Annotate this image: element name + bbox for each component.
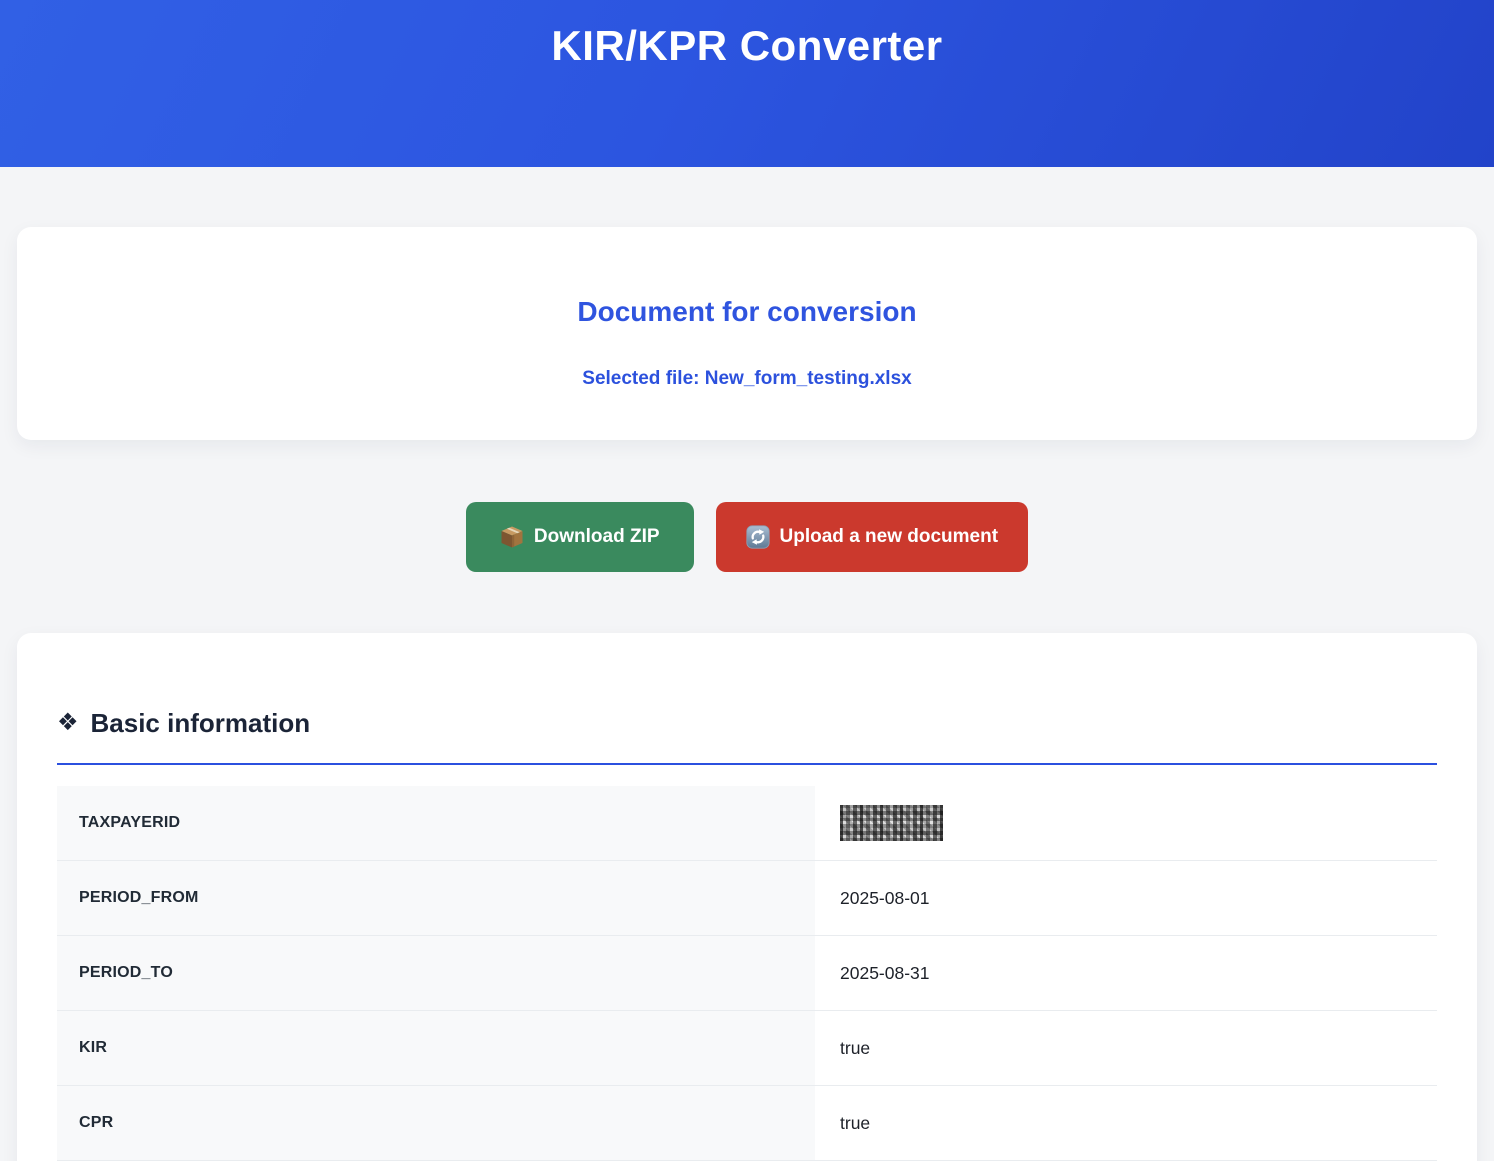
package-icon	[500, 525, 524, 549]
redacted-taxpayer-id-value	[840, 805, 943, 841]
basic-information-table: TAXPAYERID PERIOD_FROM 2025-08-01 PERIOD…	[57, 786, 1437, 1161]
row-value: true	[815, 1086, 1437, 1160]
row-key: TAXPAYERID	[57, 786, 815, 860]
selected-file-name: New_form_testing.xlsx	[705, 368, 912, 389]
table-row-kir: KIR true	[57, 1011, 1437, 1086]
app-title: KIR/KPR Converter	[551, 16, 942, 76]
app-header: KIR/KPR Converter	[0, 0, 1494, 167]
basic-information-title: Basic information	[91, 705, 311, 741]
row-value	[815, 786, 1437, 860]
table-row-period-to: PERIOD_TO 2025-08-31	[57, 936, 1437, 1011]
row-key: KIR	[57, 1011, 815, 1085]
basic-information-card: ❖ Basic information TAXPAYERID PERIOD_FR…	[17, 633, 1477, 1161]
selected-file-line: Selected file: New_form_testing.xlsx	[582, 367, 911, 390]
row-key: CPR	[57, 1086, 815, 1160]
selected-file-label: Selected file:	[582, 368, 699, 389]
action-buttons-row: Download ZIP	[0, 502, 1494, 572]
row-value: 2025-08-01	[815, 861, 1437, 935]
document-card: Document for conversion Selected file: N…	[17, 227, 1477, 440]
table-row-cpr: CPR true	[57, 1086, 1437, 1161]
row-key: PERIOD_FROM	[57, 861, 815, 935]
refresh-icon	[746, 525, 770, 549]
download-zip-label: Download ZIP	[534, 526, 660, 548]
download-zip-button[interactable]: Download ZIP	[466, 502, 694, 572]
main-content: Document for conversion Selected file: N…	[0, 227, 1494, 1161]
row-value: 2025-08-31	[815, 936, 1437, 1010]
upload-new-document-label: Upload a new document	[780, 526, 999, 548]
table-row-taxpayerid: TAXPAYERID	[57, 786, 1437, 861]
heading-divider	[57, 763, 1437, 765]
row-key: PERIOD_TO	[57, 936, 815, 1010]
diamond-icon: ❖	[57, 705, 79, 741]
upload-new-document-button[interactable]: Upload a new document	[716, 502, 1029, 572]
basic-information-heading: ❖ Basic information	[57, 705, 1437, 741]
table-row-period-from: PERIOD_FROM 2025-08-01	[57, 861, 1437, 936]
document-card-title: Document for conversion	[577, 295, 916, 329]
row-value: true	[815, 1011, 1437, 1085]
